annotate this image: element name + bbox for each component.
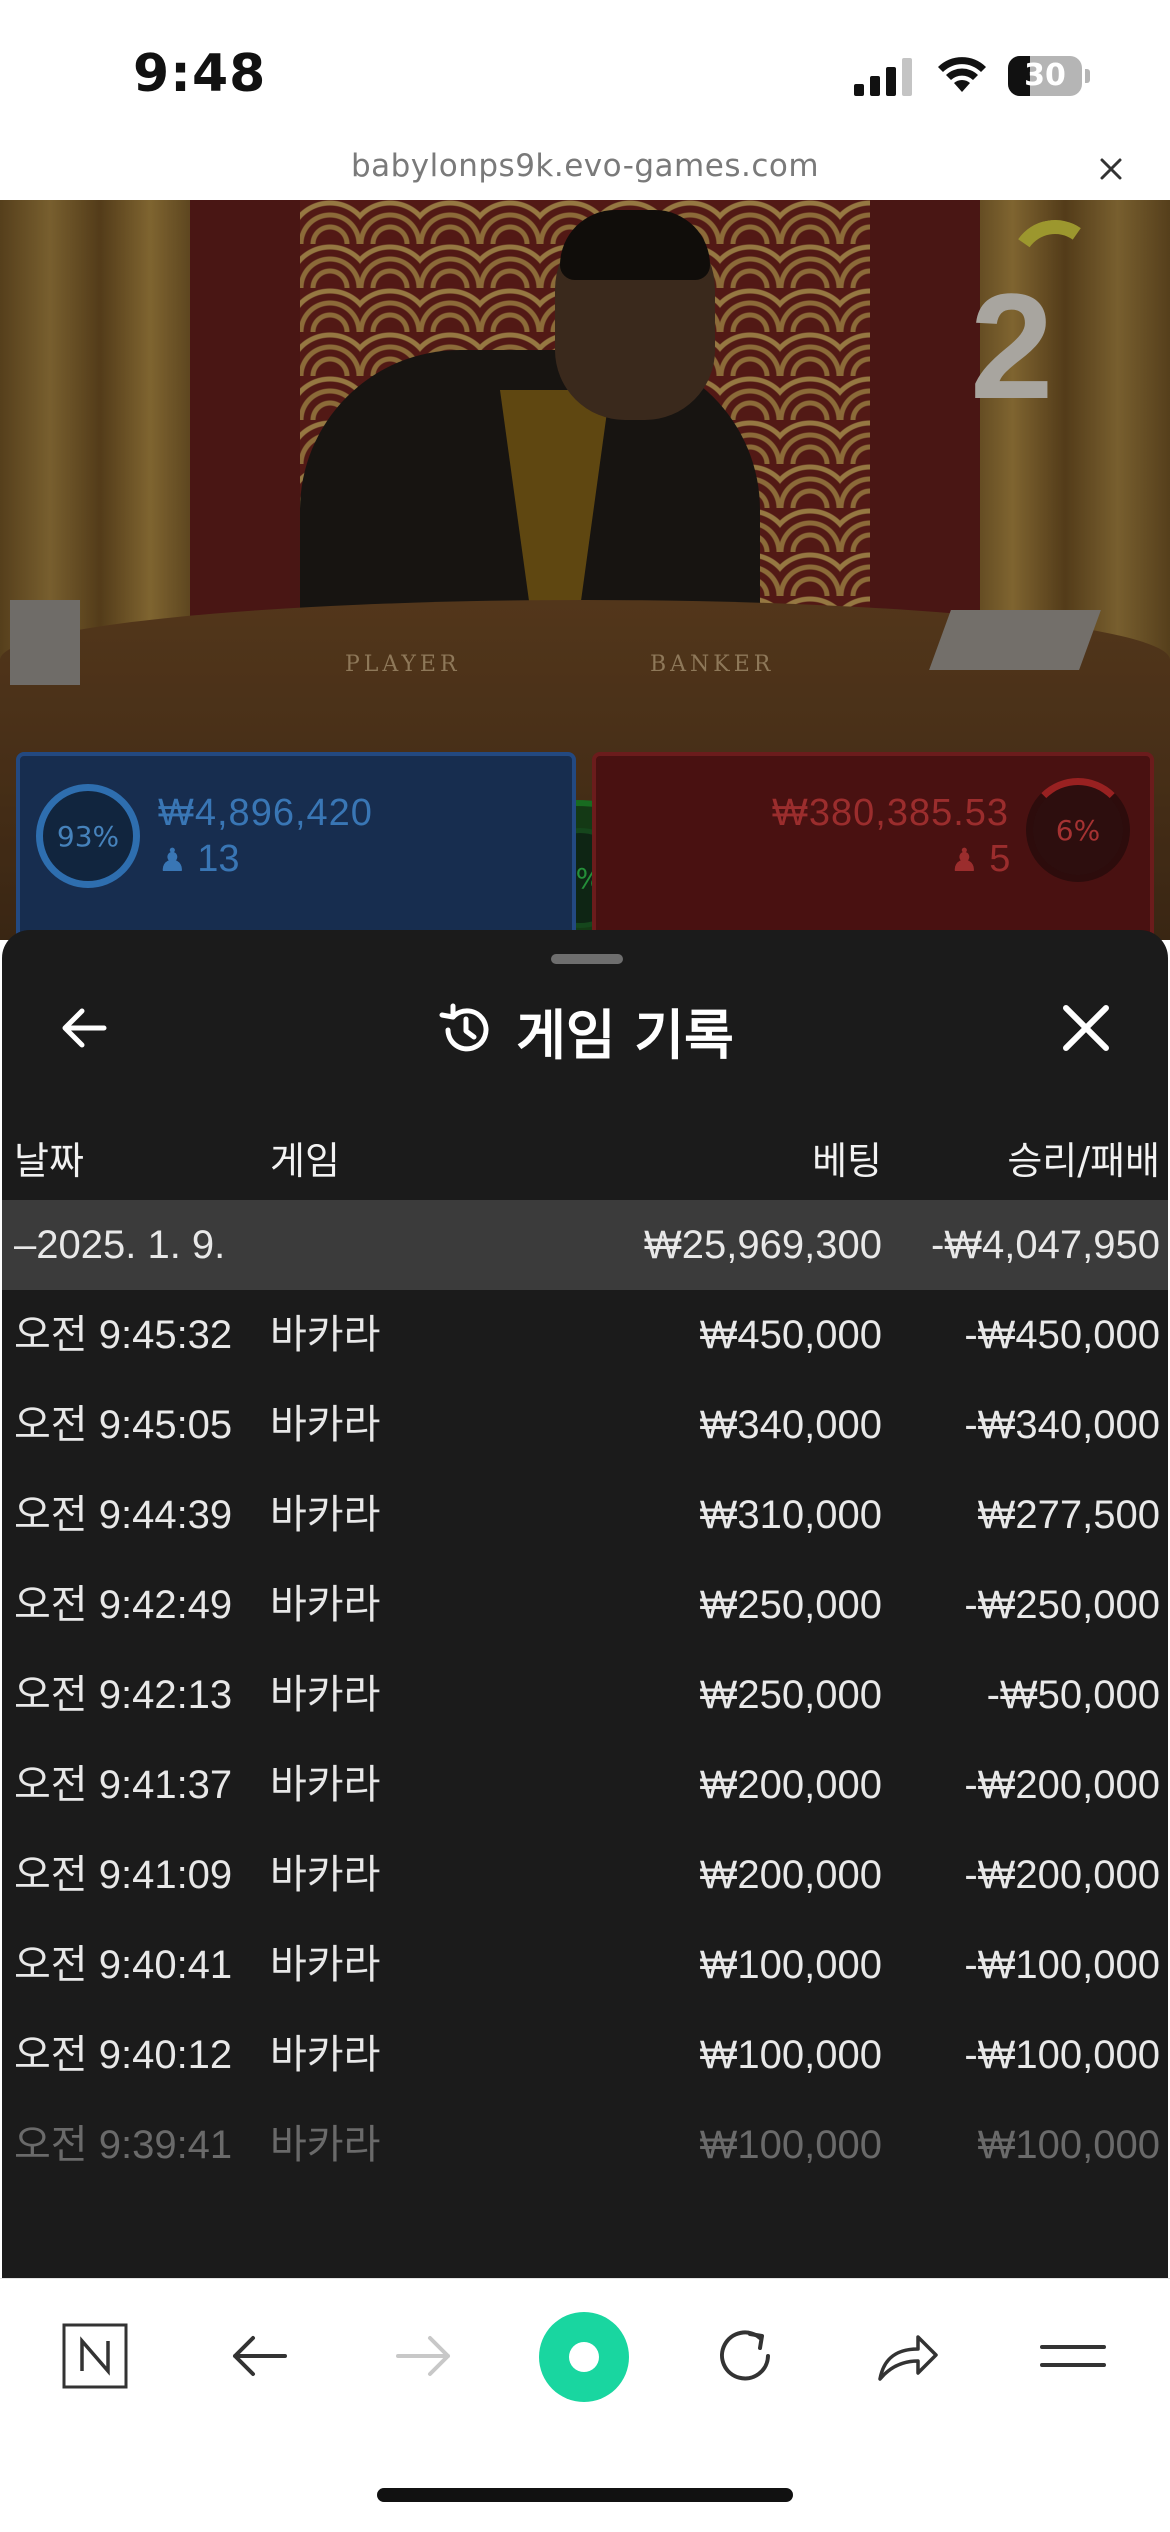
history-icon (439, 1003, 489, 1052)
table-row[interactable]: 오전 9:42:49 바카라 ₩250,000 -₩250,000 (2, 1560, 1168, 1650)
table-row[interactable]: 오전 9:40:12 바카라 ₩100,000 -₩100,000 (2, 2010, 1168, 2100)
row-bet: ₩200,000 (699, 1763, 882, 1807)
row-bet: ₩450,000 (699, 1313, 882, 1357)
row-time: 오전 9:45:32 (14, 1313, 233, 1357)
row-game: 바카라 (270, 1853, 381, 1897)
table-row[interactable]: 오전 9:44:39 바카라 ₩310,000 ₩277,500 (2, 1470, 1168, 1560)
row-result: -₩200,000 (964, 1763, 1160, 1807)
row-game: 바카라 (270, 1403, 381, 1447)
url-text[interactable]: babylonps9k.evo-games.com (0, 148, 1170, 184)
row-game: 바카라 (270, 2123, 381, 2167)
status-bar: 9:48 30 (0, 0, 1170, 140)
column-header-result: 승리/패배 (1007, 1139, 1160, 1183)
row-bet: ₩100,000 (699, 1943, 882, 1987)
close-icon[interactable] (1094, 152, 1128, 186)
table-row[interactable]: 오전 9:42:13 바카라 ₩250,000 -₩50,000 (2, 1650, 1168, 1740)
share-icon[interactable] (872, 2321, 942, 2391)
row-time: 오전 9:44:39 (14, 1493, 233, 1537)
reload-icon[interactable] (710, 2321, 780, 2391)
table-row[interactable]: 오전 9:39:41 바카라 ₩100,000 ₩100,000 (2, 2100, 1168, 2190)
row-game: 바카라 (270, 1583, 381, 1627)
sheet-grabber[interactable] (551, 954, 623, 964)
row-result: -₩250,000 (964, 1583, 1160, 1627)
history-table: –2025. 1. 9. ₩25,969,300 -₩4,047,950 오전 … (2, 1200, 1168, 2190)
column-header-date: 날짜 (14, 1139, 84, 1183)
row-bet: ₩250,000 (699, 1583, 882, 1627)
row-game: 바카라 (270, 1763, 381, 1807)
signal-icon (854, 58, 912, 96)
row-bet: ₩100,000 (699, 2123, 882, 2167)
row-game: 바카라 (270, 1673, 381, 1717)
summary-bet: ₩25,969,300 (644, 1223, 882, 1267)
row-result: -₩50,000 (986, 1673, 1160, 1717)
game-video: PLAYER BANKER 2 1% 93% ₩4,896,420 ♟ 13 ₩… (0, 200, 1170, 940)
row-result: -₩100,000 (964, 1943, 1160, 1987)
date-summary-row[interactable]: –2025. 1. 9. ₩25,969,300 -₩4,047,950 (2, 1200, 1168, 1290)
forward-arrow-icon[interactable] (388, 2321, 458, 2391)
home-indicator[interactable] (377, 2488, 793, 2502)
column-header-bet: 베팅 (812, 1139, 882, 1183)
close-icon[interactable] (1056, 998, 1116, 1058)
game-history-sheet: 게임 기록 날짜 게임 베팅 승리/패배 –2025. 1. 9. ₩25,96… (2, 930, 1168, 2280)
row-bet: ₩250,000 (699, 1673, 882, 1717)
battery-level: 30 (1024, 58, 1066, 93)
row-result: ₩277,500 (977, 1493, 1160, 1537)
row-time: 오전 9:39:41 (14, 2123, 233, 2167)
row-time: 오전 9:45:05 (14, 1403, 233, 1447)
green-dot-icon[interactable] (538, 2311, 630, 2403)
summary-result: -₩4,047,950 (930, 1223, 1160, 1267)
table-row[interactable]: 오전 9:45:32 바카라 ₩450,000 -₩450,000 (2, 1290, 1168, 1380)
row-result: -₩100,000 (964, 2033, 1160, 2077)
row-result: -₩340,000 (964, 1403, 1160, 1447)
row-result: -₩450,000 (964, 1313, 1160, 1357)
row-time: 오전 9:42:49 (14, 1583, 233, 1627)
menu-icon[interactable] (1038, 2321, 1108, 2391)
row-time: 오전 9:40:12 (14, 2033, 233, 2077)
url-bar: babylonps9k.evo-games.com (0, 140, 1170, 202)
column-header-game: 게임 (270, 1139, 340, 1183)
row-game: 바카라 (270, 2033, 381, 2077)
back-arrow-icon[interactable] (225, 2321, 295, 2391)
table-row[interactable]: 오전 9:41:09 바카라 ₩200,000 -₩200,000 (2, 1830, 1168, 1920)
row-time: 오전 9:41:37 (14, 1763, 233, 1807)
n-home-icon[interactable] (60, 2321, 130, 2391)
row-bet: ₩100,000 (699, 2033, 882, 2077)
row-game: 바카라 (270, 1493, 381, 1537)
battery-icon: 30 (1008, 56, 1090, 96)
row-game: 바카라 (270, 1943, 381, 1987)
sheet-title: 게임 기록 (516, 1003, 734, 1067)
row-result: ₩100,000 (977, 2123, 1160, 2167)
row-game: 바카라 (270, 1313, 381, 1357)
table-row[interactable]: 오전 9:41:37 바카라 ₩200,000 -₩200,000 (2, 1740, 1168, 1830)
row-time: 오전 9:42:13 (14, 1673, 233, 1717)
table-row[interactable]: 오전 9:40:41 바카라 ₩100,000 -₩100,000 (2, 1920, 1168, 2010)
row-bet: ₩340,000 (699, 1403, 882, 1447)
row-time: 오전 9:41:09 (14, 1853, 233, 1897)
summary-date: –2025. 1. 9. (14, 1223, 226, 1267)
sheet-header: 게임 기록 (2, 990, 1168, 1070)
status-time: 9:48 (133, 44, 267, 104)
row-result: -₩200,000 (964, 1853, 1160, 1897)
row-time: 오전 9:40:41 (14, 1943, 233, 1987)
row-bet: ₩200,000 (699, 1853, 882, 1897)
row-bet: ₩310,000 (699, 1493, 882, 1537)
table-row[interactable]: 오전 9:45:05 바카라 ₩340,000 -₩340,000 (2, 1380, 1168, 1470)
wifi-icon (938, 57, 986, 92)
